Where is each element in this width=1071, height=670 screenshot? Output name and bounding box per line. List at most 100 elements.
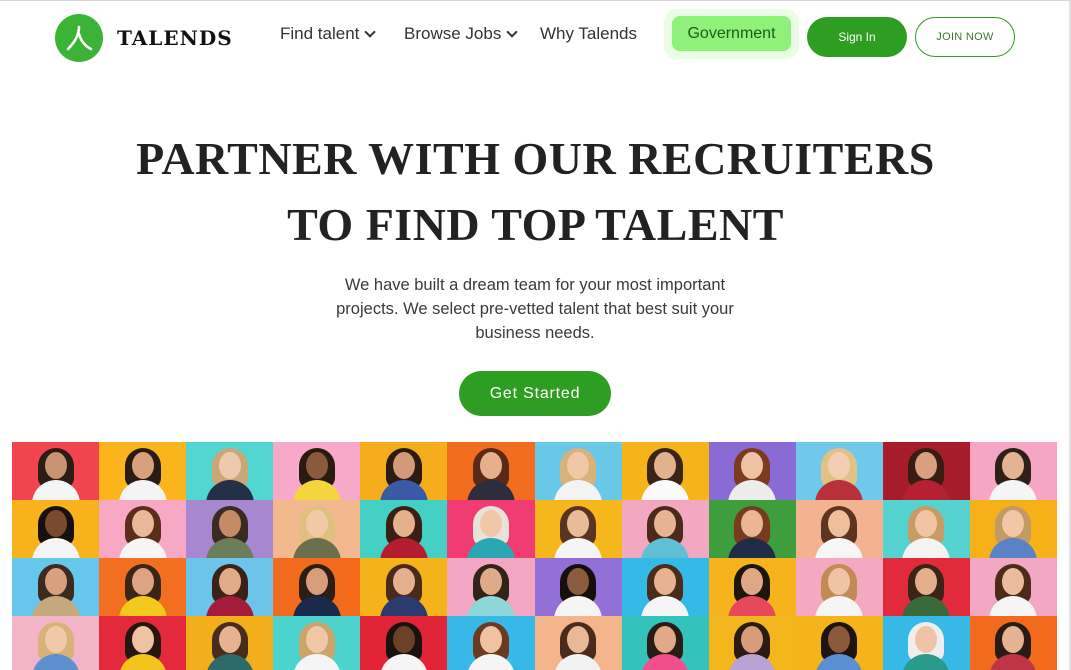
chevron-down-icon <box>506 25 518 38</box>
portrait-photo <box>534 500 622 558</box>
portrait-face <box>479 568 502 595</box>
portrait-photo <box>534 442 622 500</box>
portrait-photo <box>882 558 970 616</box>
portrait-face <box>392 568 415 595</box>
hero-title-line-2: TO FIND TOP TALENT <box>287 199 784 250</box>
portrait-face <box>218 568 241 595</box>
portrait-face <box>1002 510 1025 537</box>
portrait-face <box>131 626 154 653</box>
portrait-face <box>44 568 67 595</box>
portrait-photo <box>621 558 709 616</box>
join-now-button[interactable]: JOIN NOW <box>915 17 1015 57</box>
portrait-photo <box>273 442 361 500</box>
portrait-photo <box>273 500 361 558</box>
portrait-photo <box>447 616 535 670</box>
portrait-photo <box>795 616 883 670</box>
portrait-face <box>567 510 590 537</box>
talends-logo-icon <box>55 14 103 62</box>
portrait-photo <box>360 616 448 670</box>
portrait-face <box>915 510 938 537</box>
portrait-photo <box>969 500 1057 558</box>
portrait-face <box>567 568 590 595</box>
portrait-photo <box>708 442 796 500</box>
portrait-photo <box>447 500 535 558</box>
portrait-face <box>305 626 328 653</box>
portrait-face <box>915 452 938 479</box>
portrait-face <box>479 510 502 537</box>
sign-in-button[interactable]: Sign In <box>807 17 907 57</box>
portrait-face <box>654 568 677 595</box>
portrait-photo <box>273 616 361 670</box>
brand-logo[interactable]: Talends <box>55 14 233 62</box>
portrait-photo <box>708 500 796 558</box>
portrait-photo <box>882 442 970 500</box>
portrait-face <box>1002 452 1025 479</box>
portrait-photo <box>186 500 274 558</box>
brand-wordmark: Talends <box>117 26 233 50</box>
portrait-face <box>218 452 241 479</box>
portrait-face <box>654 626 677 653</box>
portrait-photo <box>621 616 709 670</box>
portrait-face <box>44 452 67 479</box>
portrait-photo <box>969 616 1057 670</box>
portrait-face <box>479 452 502 479</box>
portrait-face <box>1002 626 1025 653</box>
portrait-photo <box>621 500 709 558</box>
hero-title-line-1: PARTNER WITH OUR RECRUITERS <box>136 133 935 184</box>
portrait-face <box>392 510 415 537</box>
nav-browse-jobs[interactable]: Browse Jobs <box>404 24 518 44</box>
nav-browse-jobs-label: Browse Jobs <box>404 24 502 43</box>
portrait-photo <box>360 558 448 616</box>
portrait-photo <box>447 558 535 616</box>
nav-why-talends[interactable]: Why Talends <box>540 24 637 44</box>
nav-why-talends-label: Why Talends <box>540 24 638 43</box>
portrait-face <box>567 626 590 653</box>
portrait-photo <box>12 500 100 558</box>
government-button-highlight: Government <box>664 9 799 59</box>
portrait-photo <box>186 442 274 500</box>
portrait-photo <box>708 616 796 670</box>
portrait-photo <box>882 616 970 670</box>
site-header: Talends Find talent Browse Jobs Why Tale… <box>0 0 1071 76</box>
portrait-face <box>741 568 764 595</box>
portrait-photo <box>534 558 622 616</box>
portrait-photo <box>621 442 709 500</box>
portrait-face <box>654 452 677 479</box>
portrait-face <box>131 510 154 537</box>
portrait-photo <box>186 616 274 670</box>
portrait-face <box>218 626 241 653</box>
portrait-face <box>131 452 154 479</box>
portrait-photo <box>186 558 274 616</box>
portrait-photo <box>12 442 100 500</box>
portrait-photo <box>795 558 883 616</box>
portrait-photo <box>447 442 535 500</box>
portrait-face <box>915 626 938 653</box>
portrait-face <box>479 626 502 653</box>
portrait-photo <box>534 616 622 670</box>
portrait-photo <box>12 616 100 670</box>
get-started-button[interactable]: Get Started <box>459 371 611 416</box>
portrait-face <box>567 452 590 479</box>
portrait-face <box>305 568 328 595</box>
portrait-face <box>131 568 154 595</box>
portrait-face <box>741 510 764 537</box>
portrait-face <box>654 510 677 537</box>
portrait-photo <box>969 442 1057 500</box>
portrait-face <box>218 510 241 537</box>
portrait-photo <box>99 500 187 558</box>
portrait-photo <box>969 558 1057 616</box>
nav-find-talent[interactable]: Find talent <box>280 24 377 44</box>
portrait-photo <box>708 558 796 616</box>
portrait-face <box>828 452 851 479</box>
portrait-photo <box>99 442 187 500</box>
portrait-face <box>1002 568 1025 595</box>
portrait-face <box>305 452 328 479</box>
portrait-face <box>44 626 67 653</box>
portrait-face <box>741 452 764 479</box>
government-button[interactable]: Government <box>672 16 791 51</box>
portrait-face <box>828 568 851 595</box>
portrait-photo <box>795 442 883 500</box>
hero-subtitle: We have built a dream team for your most… <box>336 276 734 342</box>
portrait-face <box>828 510 851 537</box>
chevron-down-icon <box>364 25 377 38</box>
